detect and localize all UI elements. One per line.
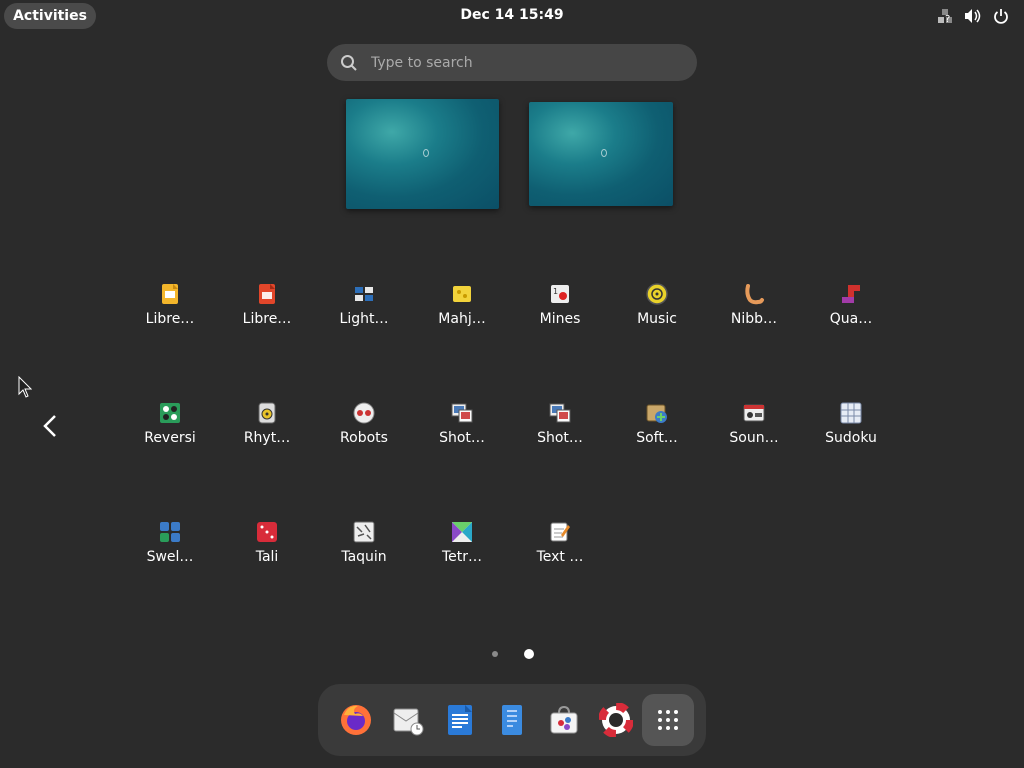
dock-evolution[interactable] (382, 694, 434, 746)
libreoffice-impress-icon (159, 283, 181, 305)
app-taquin[interactable]: Taquin (315, 510, 413, 590)
dash-dock (318, 684, 706, 756)
reversi-icon (159, 402, 181, 424)
app-sound-recorder[interactable]: Soun… (705, 391, 803, 471)
search-bar[interactable] (327, 44, 697, 81)
clock[interactable]: Dec 14 15:49 (0, 7, 1024, 23)
dock-writer[interactable] (434, 694, 486, 746)
app-mines[interactable]: 1 Mines (511, 272, 609, 352)
app-nibbles[interactable]: Nibb… (705, 272, 803, 352)
app-tali[interactable]: Tali (218, 510, 316, 590)
app-reversi[interactable]: Reversi (121, 391, 219, 471)
mouse-cursor (18, 375, 33, 402)
app-music[interactable]: Music (608, 272, 706, 352)
search-input[interactable] (369, 53, 673, 72)
svg-text:?: ? (945, 14, 950, 24)
power-icon[interactable] (992, 6, 1010, 26)
system-tray[interactable]: ? (936, 6, 1010, 26)
lightsoff-icon (353, 283, 375, 305)
app-robots[interactable]: Robots (315, 391, 413, 471)
workspace-thumbnail-1[interactable] (346, 99, 499, 209)
shotwell-viewer-icon (549, 402, 571, 424)
shotwell-icon (451, 402, 473, 424)
workspace-thumbnail-2[interactable] (529, 102, 673, 206)
app-swell-foop[interactable]: Swel… (121, 510, 219, 590)
top-bar: Activities Dec 14 15:49 ? (0, 0, 1024, 32)
dock-software[interactable] (538, 694, 590, 746)
libreoffice-writer-icon (448, 705, 472, 735)
software-icon (646, 402, 668, 424)
nibbles-icon (743, 283, 765, 305)
libreoffice-writer-icon (256, 283, 278, 305)
robots-icon (353, 402, 375, 424)
text-editor-icon (549, 521, 571, 543)
show-apps-grid-icon (658, 710, 678, 730)
software-store-icon (550, 705, 578, 734)
page-dot-1[interactable] (492, 651, 498, 657)
dock-help[interactable] (590, 694, 642, 746)
page-dot-2[interactable] (524, 649, 534, 659)
network-question-icon[interactable]: ? (936, 6, 954, 26)
svg-text:1: 1 (553, 287, 558, 296)
app-mahjongg[interactable]: Mahj… (413, 272, 511, 352)
search-icon (329, 44, 369, 81)
app-software[interactable]: Soft… (608, 391, 706, 471)
dock-files[interactable] (486, 694, 538, 746)
app-text-editor[interactable]: Text … (511, 510, 609, 590)
evolution-mail-icon (393, 708, 424, 736)
app-shotwell[interactable]: Shot… (413, 391, 511, 471)
tali-icon (256, 521, 278, 543)
mines-icon: 1 (549, 283, 571, 305)
app-quadrapassel[interactable]: Qua… (802, 272, 900, 352)
quadrapassel-icon (840, 283, 862, 305)
app-libreoffice-writer-impress[interactable]: Libre… (218, 272, 316, 352)
tetravex-icon (451, 521, 473, 543)
page-indicator (0, 648, 1024, 662)
sudoku-icon (840, 402, 862, 424)
firefox-icon (341, 705, 371, 735)
app-sudoku[interactable]: Sudoku (802, 391, 900, 471)
swell-foop-icon (159, 521, 181, 543)
show-apps-button[interactable] (642, 694, 694, 746)
app-shotwell-viewer[interactable]: Shot… (511, 391, 609, 471)
chevron-left-icon (43, 415, 56, 437)
rhythmbox-icon (256, 402, 278, 424)
app-tetravex[interactable]: Tetr… (413, 510, 511, 590)
taquin-icon (353, 521, 375, 543)
app-libreoffice-impress[interactable]: Libre… (121, 272, 219, 352)
volume-icon[interactable] (964, 6, 982, 26)
music-icon (646, 283, 668, 305)
mahjongg-icon (451, 283, 473, 305)
app-rhythmbox[interactable]: Rhyt… (218, 391, 316, 471)
dock-firefox[interactable] (330, 694, 382, 746)
sound-recorder-icon (743, 402, 765, 424)
files-document-icon (502, 705, 522, 735)
app-lightsoff[interactable]: Light… (315, 272, 413, 352)
help-lifebuoy-icon (599, 703, 633, 737)
previous-page-arrow[interactable] (36, 410, 64, 442)
